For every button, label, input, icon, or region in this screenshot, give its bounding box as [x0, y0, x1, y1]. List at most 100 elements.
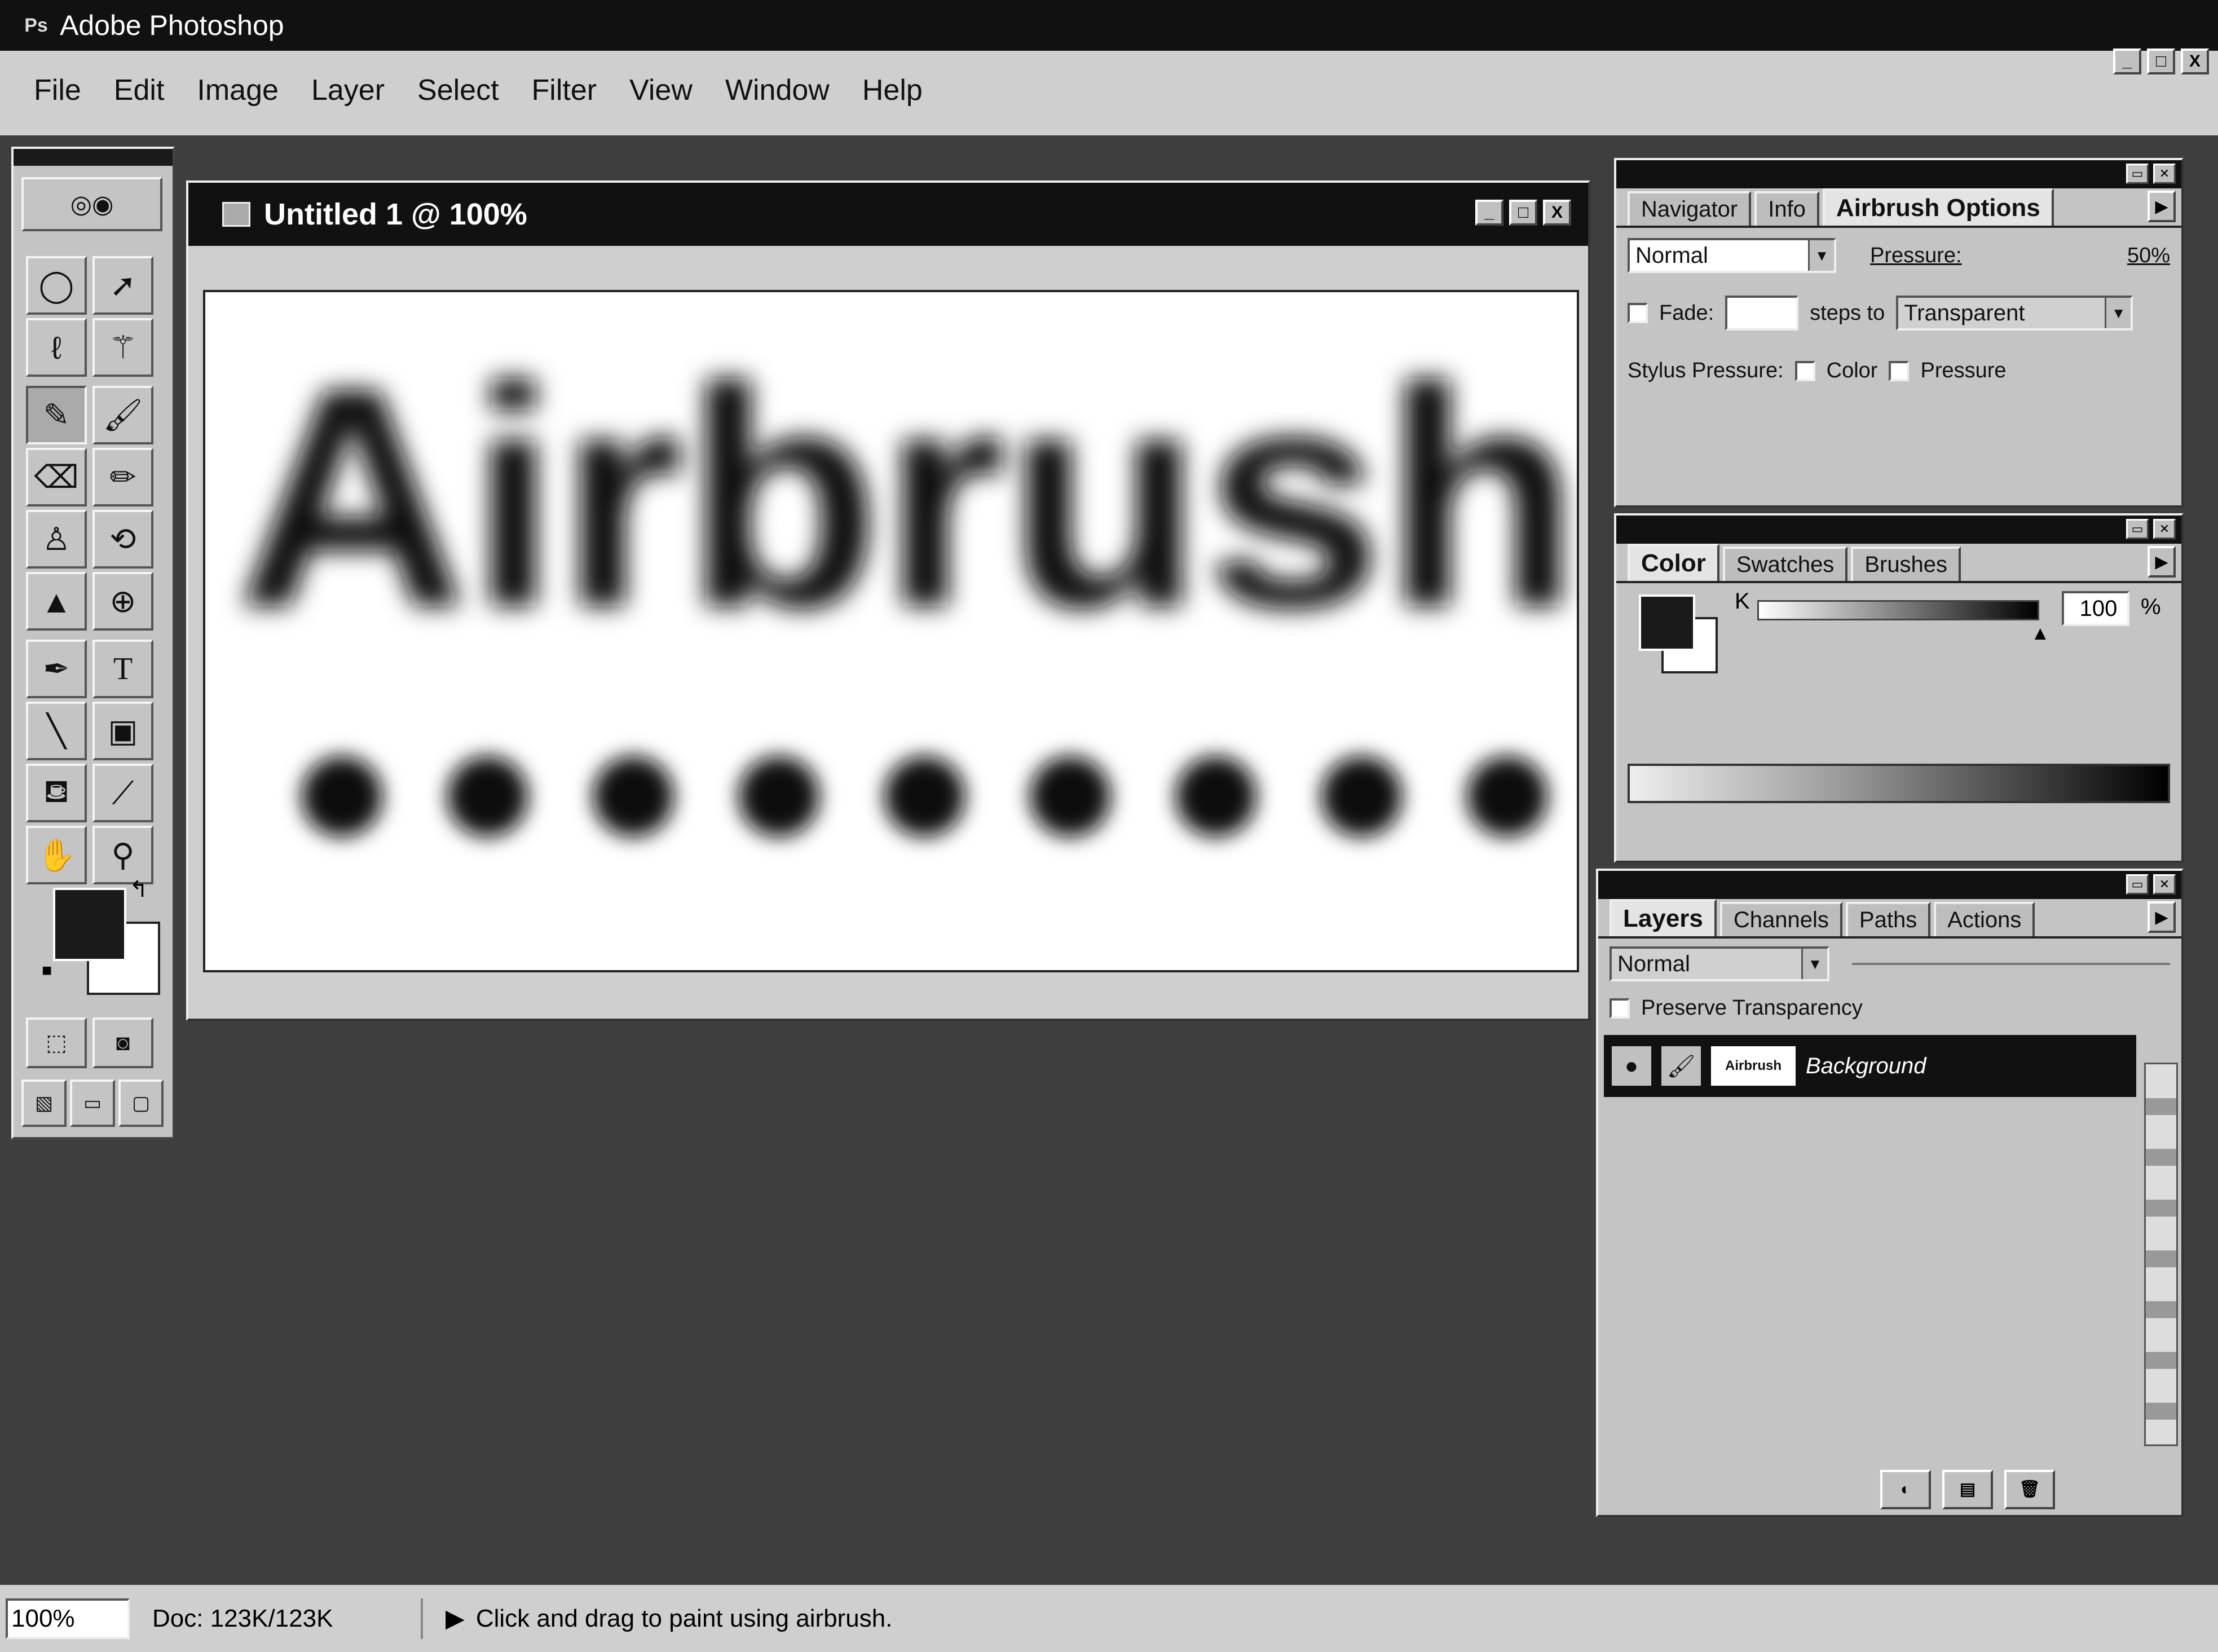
stylus-color-checkbox[interactable]	[1794, 360, 1815, 381]
eraser-icon: ⌫	[34, 459, 79, 495]
zoom-tool[interactable]: ⚲	[92, 826, 153, 884]
paint-bucket-tool[interactable]: ⛾	[26, 764, 87, 822]
fade-label: Fade:	[1659, 301, 1714, 325]
magic-wand-tool[interactable]: ⚚	[92, 318, 153, 377]
new-layer-icon[interactable]: ▤	[1942, 1470, 1993, 1509]
fade-steps-label: steps to	[1810, 301, 1885, 325]
full-screen-mode[interactable]: ▢	[118, 1080, 164, 1127]
doc-minimize-button[interactable]: _	[1475, 200, 1503, 226]
airbrush-dot	[1467, 756, 1548, 837]
zoom-level-field[interactable]: 100%	[6, 1598, 130, 1639]
document-canvas[interactable]: Airbrush	[203, 290, 1579, 972]
marquee-tool[interactable]: ◎◉	[21, 177, 162, 231]
eraser-tool[interactable]: ⌫	[26, 448, 87, 506]
menu-layer[interactable]: Layer	[311, 73, 385, 107]
blend-mode-select[interactable]: Normal ▼	[1628, 238, 1836, 273]
eye-visibility-icon[interactable]: ●	[1612, 1046, 1651, 1086]
panel-close-icon[interactable]: ✕	[2153, 874, 2176, 895]
menu-help[interactable]: Help	[862, 73, 923, 107]
panel-menu-arrow-icon[interactable]: ▶	[2148, 191, 2176, 222]
swap-colors-icon[interactable]: ↰	[129, 876, 148, 902]
menu-file[interactable]: File	[34, 73, 81, 107]
tab-info[interactable]: Info	[1754, 191, 1819, 226]
type-tool[interactable]: T	[92, 640, 153, 698]
hand-tool[interactable]: ✋	[26, 826, 87, 884]
menu-window[interactable]: Window	[725, 73, 830, 107]
panel-menu-arrow-icon[interactable]: ▶	[2148, 901, 2176, 933]
menu-edit[interactable]: Edit	[114, 73, 165, 107]
tab-channels[interactable]: Channels	[1719, 902, 1842, 936]
menu-view[interactable]: View	[629, 73, 693, 107]
quick-mask-mode[interactable]: ◙	[92, 1017, 153, 1068]
fade-to-select[interactable]: Transparent ▼	[1896, 296, 2133, 331]
trash-icon[interactable]: 🗑	[2004, 1470, 2055, 1509]
panel-fg-swatch[interactable]	[1639, 594, 1695, 651]
standard-mode[interactable]: ⬚	[26, 1017, 87, 1068]
tab-paths[interactable]: Paths	[1845, 902, 1931, 936]
color-ramp[interactable]	[1628, 764, 2170, 803]
pressure-value[interactable]: 50%	[2127, 244, 2170, 268]
color-panel-title-bar[interactable]: ▭ ✕	[1616, 516, 2181, 544]
maximize-button[interactable]: □	[2147, 49, 2175, 74]
preserve-transparency-checkbox[interactable]	[1610, 998, 1630, 1019]
tab-actions[interactable]: Actions	[1934, 902, 2035, 936]
gradient-tool[interactable]: ▣	[92, 702, 153, 760]
rubber-stamp-tool[interactable]: ♙	[26, 510, 87, 569]
standard-screen-mode[interactable]: ▧	[21, 1080, 67, 1127]
layer-row-background[interactable]: ● 🖌 Airbrush Background	[1604, 1035, 2136, 1097]
document-size-info[interactable]: Doc: 123K/123K	[152, 1598, 423, 1639]
close-button[interactable]: X	[2181, 49, 2209, 74]
brush-link-icon[interactable]: 🖌	[1661, 1046, 1701, 1086]
dodge-tool[interactable]: ⊕	[92, 572, 153, 631]
canvas-artwork: Airbrush	[236, 321, 1577, 837]
tab-layers[interactable]: Layers	[1610, 899, 1717, 936]
fade-steps-field[interactable]	[1725, 296, 1799, 331]
doc-close-button[interactable]: X	[1543, 200, 1571, 226]
layer-blend-select[interactable]: Normal ▼	[1610, 946, 1829, 981]
new-mask-icon[interactable]: ◐	[1880, 1470, 1931, 1509]
history-brush-tool[interactable]: ⟲	[92, 510, 153, 569]
options-panel-title-bar[interactable]: ▭ ✕	[1616, 160, 2181, 188]
slider-triangle-icon[interactable]: ▲	[2031, 623, 2050, 645]
panel-minimize-icon[interactable]: ▭	[2126, 874, 2149, 895]
full-screen-menu-mode[interactable]: ▭	[70, 1080, 115, 1127]
fade-checkbox[interactable]	[1628, 303, 1648, 323]
k-value-field[interactable]: 100	[2062, 591, 2129, 626]
panel-minimize-icon[interactable]: ▭	[2126, 519, 2149, 539]
panel-menu-arrow-icon[interactable]: ▶	[2148, 546, 2176, 578]
opacity-slider-track[interactable]	[1852, 963, 2170, 965]
blur-tool[interactable]: ▲	[26, 572, 87, 631]
lasso-tool[interactable]: ℓ	[26, 318, 87, 377]
foreground-color-swatch[interactable]	[53, 888, 126, 961]
panel-close-icon[interactable]: ✕	[2153, 519, 2176, 539]
minimize-button[interactable]: _	[2113, 49, 2141, 74]
line-tool[interactable]: ╲	[26, 702, 87, 760]
pen-tool[interactable]: ✒	[26, 640, 87, 698]
default-colors-icon[interactable]: ■	[42, 961, 52, 980]
pressure-label: Pressure:	[1870, 243, 1962, 267]
layers-scrollbar[interactable]	[2144, 1063, 2178, 1446]
paintbrush-tool[interactable]: 🖌	[92, 386, 153, 444]
menu-image[interactable]: Image	[197, 73, 279, 107]
layers-panel-title-bar[interactable]: ▭ ✕	[1598, 871, 2181, 899]
tab-brushes[interactable]: Brushes	[1851, 547, 1961, 581]
k-slider[interactable]	[1757, 600, 2039, 620]
tab-color[interactable]: Color	[1628, 544, 1719, 581]
tab-navigator[interactable]: Navigator	[1628, 191, 1752, 226]
panel-minimize-icon[interactable]: ▭	[2126, 164, 2149, 184]
doc-maximize-button[interactable]: □	[1509, 200, 1537, 226]
tab-airbrush-options[interactable]: Airbrush Options	[1822, 188, 2054, 226]
move-tool[interactable]: ➚	[92, 256, 153, 315]
menu-filter[interactable]: Filter	[532, 73, 597, 107]
pencil-tool[interactable]: ✏	[92, 448, 153, 506]
toolbox-title-bar[interactable]	[14, 149, 173, 166]
tab-swatches[interactable]: Swatches	[1722, 547, 1848, 581]
document-title-bar[interactable]: Untitled 1 @ 100%	[188, 183, 1588, 246]
airbrush-tool[interactable]: ✎	[26, 386, 87, 444]
play-triangle-icon[interactable]: ▶	[446, 1604, 465, 1633]
stylus-pressure-checkbox[interactable]	[1889, 360, 1910, 381]
panel-close-icon[interactable]: ✕	[2153, 164, 2176, 184]
menu-select[interactable]: Select	[417, 73, 499, 107]
eyedropper-tool[interactable]: ⟋	[92, 764, 153, 822]
ellipse-marquee-tool[interactable]: ◯	[26, 256, 87, 315]
